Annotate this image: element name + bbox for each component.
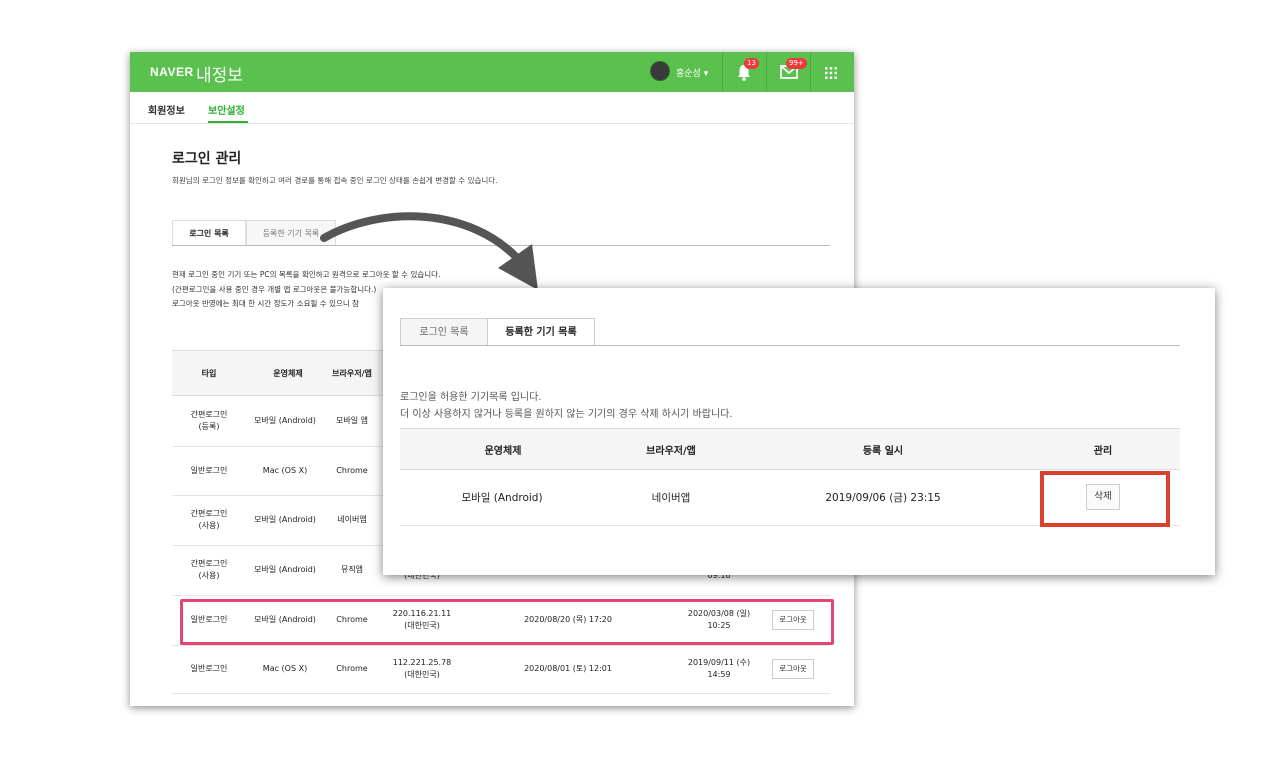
login-type: 간편로그인 (사용) [190, 509, 228, 530]
tab-login-list[interactable]: 로그인 목록 [172, 220, 246, 246]
column-header-manage: 관리 [1093, 446, 1113, 457]
login-os: Mac (OS X) [262, 466, 308, 475]
device-registered-date: 2019/09/06 (금) 23:15 [825, 492, 941, 504]
curved-arrow-icon [320, 212, 538, 290]
login-ip: 112.221.25.78 (대한민국) [392, 658, 452, 679]
login-first-time: 2019/09/11 (수) 14:59 [687, 658, 751, 679]
registered-devices-panel: 로그인 목록 등록한 기기 목록 로그인을 허용한 기기목록 입니다. 더 이상… [383, 288, 1215, 575]
header-divider [722, 52, 723, 92]
naver-logo[interactable]: NAVER [150, 65, 194, 79]
notice-line: 로그아웃 반영에는 최대 한 시간 정도가 소요될 수 있으니 참 [172, 299, 360, 308]
column-header-os: 운영체제 [484, 446, 522, 457]
column-header-os: 운영체제 [273, 369, 303, 378]
device-browser: 네이버앱 [651, 492, 691, 504]
mail-badge: 99+ [786, 58, 807, 69]
notice-line: 로그인을 허용한 기기목록 입니다. [400, 392, 542, 403]
login-browser: 모바일 앱 [336, 416, 368, 425]
tab-divider [400, 345, 1180, 346]
login-type: 일반로그인 [190, 466, 228, 475]
column-header-browser: 브라우저/앱 [646, 446, 696, 457]
top-header: NAVER 내정보 홍순성 ▾ 13 99+ [130, 52, 854, 92]
login-browser: Chrome [336, 466, 368, 475]
tab-security-settings[interactable]: 보안설정 [208, 102, 245, 117]
login-browser: 뮤직앱 [340, 565, 364, 574]
login-type: 일반로그인 [190, 664, 228, 673]
tab-login-list[interactable]: 로그인 목록 [400, 318, 488, 346]
page-title[interactable]: 내정보 [196, 61, 243, 86]
section-description: 회원님의 로그인 정보를 확인하고 여러 경로를 통해 접속 중인 로그인 상태… [172, 176, 498, 185]
notice-line: 더 이상 사용하지 않거나 등록을 원하지 않는 기기의 경우 삭제 하시기 바… [400, 409, 733, 420]
apps-grid-icon[interactable] [824, 66, 838, 80]
section-title: 로그인 관리 [172, 151, 242, 167]
device-os: 모바일 (Android) [461, 492, 543, 504]
logout-button[interactable]: 로그아웃 [772, 659, 814, 679]
notification-badge: 13 [744, 58, 759, 69]
row-divider [172, 645, 830, 646]
login-browser: Chrome [336, 664, 368, 673]
delete-highlight-box [1040, 471, 1170, 527]
login-browser: 네이버앱 [337, 515, 367, 524]
login-os: 모바일 (Android) [254, 515, 316, 524]
login-type: 간편로그인 (사용) [190, 559, 228, 580]
column-header-registered-date: 등록 일시 [862, 446, 904, 457]
username-menu[interactable]: 홍순성 ▾ [676, 66, 708, 79]
header-divider [766, 52, 767, 92]
header-divider [810, 52, 811, 92]
login-os: 모바일 (Android) [254, 416, 316, 425]
active-tab-indicator [208, 121, 248, 123]
login-os: Mac (OS X) [262, 664, 308, 673]
sub-navigation: 회원정보 보안설정 [130, 92, 854, 124]
login-os: 모바일 (Android) [254, 565, 316, 574]
login-date: 2020/08/01 (토) 12:01 [524, 664, 612, 673]
tab-registered-devices[interactable]: 등록한 기기 목록 [487, 318, 595, 346]
column-header-browser: 브라우저/앱 [332, 369, 372, 378]
column-header-type: 타입 [201, 369, 217, 378]
tab-member-info[interactable]: 회원정보 [148, 102, 185, 117]
row-divider [172, 693, 830, 694]
login-type: 간편로그인 (등록) [190, 410, 228, 431]
row-highlight-box [180, 599, 834, 645]
avatar[interactable] [650, 61, 670, 81]
row-divider [172, 595, 830, 596]
